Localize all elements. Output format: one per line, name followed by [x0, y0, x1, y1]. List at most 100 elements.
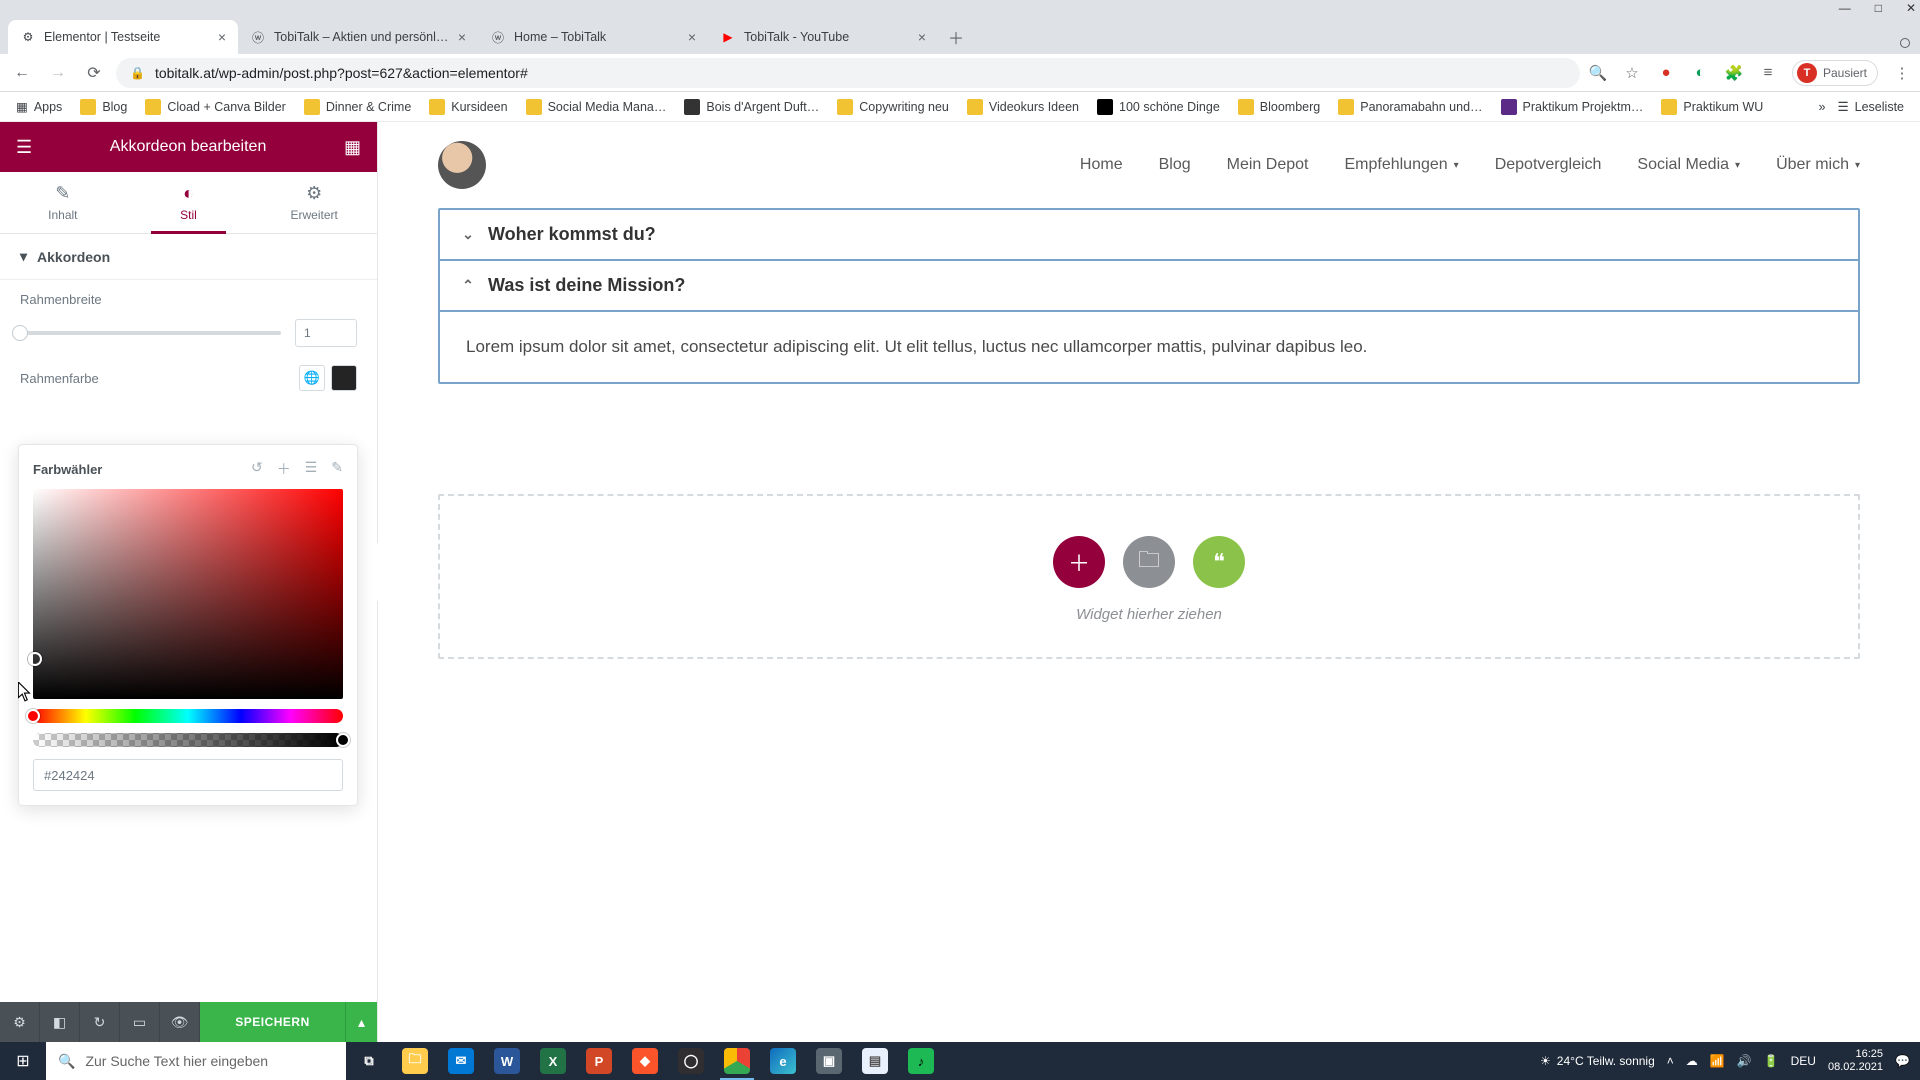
- tab-advanced[interactable]: ⚙ Erweitert: [251, 172, 377, 233]
- close-icon[interactable]: ×: [218, 29, 226, 45]
- readlist-icon[interactable]: ≡: [1758, 63, 1778, 83]
- taskbar-app-edge[interactable]: e: [760, 1042, 806, 1080]
- accordion-widget[interactable]: ⌄ Woher kommst du? ⌃ Was ist deine Missi…: [438, 208, 1860, 384]
- taskbar-app-explorer[interactable]: 🗀: [392, 1042, 438, 1080]
- responsive-button[interactable]: ▭: [120, 1002, 160, 1042]
- accordion-item-2-body[interactable]: Lorem ipsum dolor sit amet, consectetur …: [440, 310, 1858, 382]
- navigator-button[interactable]: ◧: [40, 1002, 80, 1042]
- bookmark-item[interactable]: Dinner & Crime: [298, 99, 417, 115]
- bookmark-item[interactable]: Panoramabahn und…: [1332, 99, 1488, 115]
- nav-depotvergleich[interactable]: Depotvergleich: [1495, 156, 1602, 174]
- bookmark-item[interactable]: Bois d'Argent Duft…: [678, 99, 825, 115]
- nav-ueber[interactable]: Über mich▾: [1776, 156, 1860, 174]
- forward-button[interactable]: →: [44, 59, 72, 87]
- taskbar-app-powerpoint[interactable]: P: [576, 1042, 622, 1080]
- widgets-icon[interactable]: ▦: [344, 137, 361, 158]
- close-icon[interactable]: ×: [458, 29, 466, 45]
- wifi-icon[interactable]: 📶: [1710, 1054, 1725, 1068]
- close-icon[interactable]: ×: [918, 29, 926, 45]
- add-envato-button[interactable]: ❝: [1193, 536, 1245, 588]
- reading-list-button[interactable]: ☰Leseliste: [1831, 99, 1910, 114]
- volume-icon[interactable]: 🔊: [1737, 1054, 1752, 1068]
- close-icon[interactable]: ×: [688, 29, 696, 45]
- browser-tab-2[interactable]: ⓦ Home – TobiTalk ×: [478, 20, 708, 54]
- taskbar-app-word[interactable]: W: [484, 1042, 530, 1080]
- add-section-button[interactable]: ＋: [1053, 536, 1105, 588]
- save-button[interactable]: SPEICHERN: [200, 1002, 345, 1042]
- bookmark-item[interactable]: Praktikum WU: [1655, 99, 1769, 115]
- reset-icon[interactable]: ↺: [251, 459, 263, 479]
- browser-tab-0[interactable]: ⚙ Elementor | Testseite ×: [8, 20, 238, 54]
- extensions-icon[interactable]: 🧩: [1724, 63, 1744, 83]
- color-swatch[interactable]: [331, 365, 357, 391]
- nav-social[interactable]: Social Media▾: [1637, 156, 1740, 174]
- hue-slider[interactable]: [33, 709, 343, 723]
- history-button[interactable]: ↻: [80, 1002, 120, 1042]
- nav-blog[interactable]: Blog: [1159, 156, 1191, 174]
- apps-button[interactable]: ▦Apps: [10, 99, 68, 114]
- preview-button[interactable]: 👁: [160, 1002, 200, 1042]
- zoom-icon[interactable]: 🔍: [1588, 63, 1608, 83]
- editor-canvas[interactable]: Home Blog Mein Depot Empfehlungen▾ Depot…: [378, 122, 1920, 1042]
- hue-thumb[interactable]: [26, 709, 40, 723]
- nav-depot[interactable]: Mein Depot: [1227, 156, 1309, 174]
- saturation-area[interactable]: [33, 489, 343, 699]
- bookmark-item[interactable]: Cload + Canva Bilder: [139, 99, 291, 115]
- tab-style[interactable]: ◐ Stil: [126, 172, 252, 233]
- bookmark-item[interactable]: Bloomberg: [1232, 99, 1326, 115]
- add-section-dropzone[interactable]: ＋ 🗀 ❝ Widget hierher ziehen: [438, 494, 1860, 659]
- alpha-thumb[interactable]: [336, 733, 350, 747]
- tab-content[interactable]: ✎ Inhalt: [0, 172, 126, 233]
- new-tab-button[interactable]: ＋: [942, 23, 970, 51]
- start-button[interactable]: ⊞: [0, 1042, 46, 1080]
- bookmark-item[interactable]: Social Media Mana…: [520, 99, 673, 115]
- bookmark-overflow[interactable]: »: [1818, 100, 1825, 114]
- window-close[interactable]: ✕: [1906, 1, 1916, 15]
- notifications-icon[interactable]: 💬: [1895, 1054, 1910, 1068]
- saturation-cursor[interactable]: [28, 652, 42, 666]
- border-width-slider[interactable]: [20, 331, 281, 335]
- taskbar-app-spotify[interactable]: ♪: [898, 1042, 944, 1080]
- taskbar-search[interactable]: 🔍 Zur Suche Text hier eingeben: [46, 1042, 346, 1080]
- account-indicator-icon[interactable]: [1900, 38, 1910, 48]
- window-maximize[interactable]: □: [1875, 1, 1882, 15]
- tray-overflow-icon[interactable]: ˄: [1667, 1054, 1674, 1068]
- alpha-slider[interactable]: [33, 733, 343, 747]
- extension-icon[interactable]: ◐: [1690, 63, 1710, 83]
- bookmark-item[interactable]: 100 schöne Dinge: [1091, 99, 1226, 115]
- menu-icon[interactable]: ☰: [16, 137, 32, 158]
- back-button[interactable]: ←: [8, 59, 36, 87]
- bookmark-item[interactable]: Copywriting neu: [831, 99, 955, 115]
- taskbar-app-excel[interactable]: X: [530, 1042, 576, 1080]
- add-icon[interactable]: ＋: [277, 459, 291, 479]
- global-color-button[interactable]: 🌐: [299, 365, 325, 391]
- taskbar-app-obs[interactable]: ◯: [668, 1042, 714, 1080]
- profile-button[interactable]: T Pausiert: [1792, 60, 1878, 86]
- star-icon[interactable]: ☆: [1622, 63, 1642, 83]
- clock[interactable]: 16:25 08.02.2021: [1828, 1048, 1883, 1074]
- taskbar-app-brave[interactable]: ◆: [622, 1042, 668, 1080]
- battery-icon[interactable]: 🔋: [1764, 1054, 1779, 1068]
- palette-icon[interactable]: ☰: [305, 459, 318, 479]
- taskbar-app-notepad[interactable]: ▤: [852, 1042, 898, 1080]
- accordion-item-2-header[interactable]: ⌃ Was ist deine Mission?: [440, 259, 1858, 310]
- taskbar-app-mail[interactable]: ✉: [438, 1042, 484, 1080]
- taskbar-app-generic[interactable]: ▣: [806, 1042, 852, 1080]
- kebab-menu-icon[interactable]: ⋮: [1892, 63, 1912, 83]
- address-bar[interactable]: 🔒 tobitalk.at/wp-admin/post.php?post=627…: [116, 58, 1580, 88]
- window-minimize[interactable]: ―: [1839, 1, 1851, 15]
- accordion-item-1-header[interactable]: ⌄ Woher kommst du?: [440, 210, 1858, 259]
- nav-home[interactable]: Home: [1080, 156, 1123, 174]
- weather-widget[interactable]: ☀ 24°C Teilw. sonnig: [1540, 1054, 1655, 1068]
- save-options-button[interactable]: ▴: [345, 1002, 377, 1042]
- bookmark-item[interactable]: Blog: [74, 99, 133, 115]
- taskbar-app-chrome[interactable]: [714, 1042, 760, 1080]
- task-view-button[interactable]: ⧉: [346, 1042, 392, 1080]
- language-indicator[interactable]: DEU: [1791, 1054, 1816, 1068]
- add-template-button[interactable]: 🗀: [1123, 536, 1175, 588]
- reload-button[interactable]: ⟳: [80, 59, 108, 87]
- extension-icon[interactable]: ●: [1656, 63, 1676, 83]
- hex-input[interactable]: [33, 759, 343, 791]
- browser-tab-1[interactable]: ⓦ TobiTalk – Aktien und persönliche ×: [238, 20, 478, 54]
- section-accordion[interactable]: ▾ Akkordeon: [0, 234, 377, 280]
